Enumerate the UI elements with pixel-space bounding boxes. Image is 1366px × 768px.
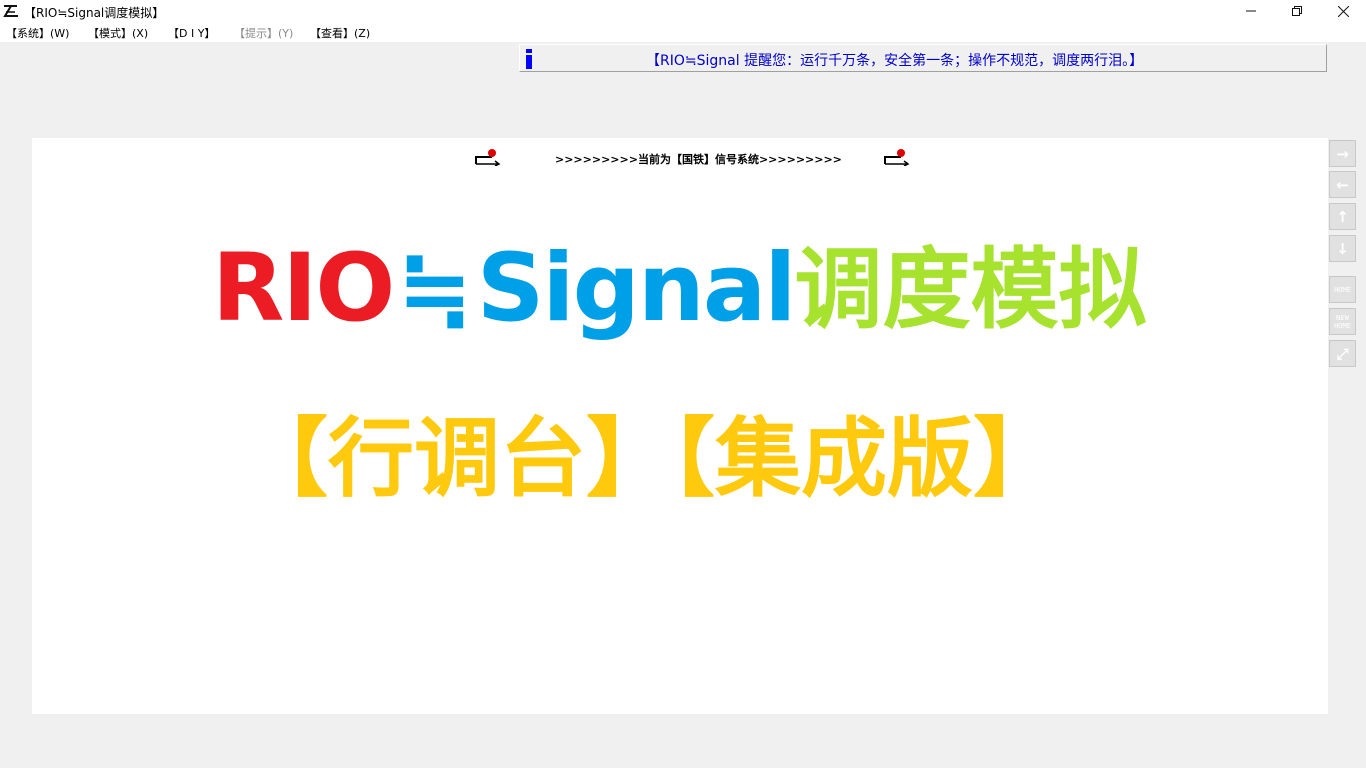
new-home-button[interactable]: NEW HOME [1329,308,1356,335]
menu-bar: 【系统】(W) 【模式】(X) 【D I Y】 【提示】(Y) 【查看】(Z) [0,22,1366,42]
scroll-left-button[interactable]: ← [1329,171,1356,198]
scroll-down-button[interactable]: ↓ [1329,235,1356,262]
home-icon: HOME [1334,285,1351,294]
arrow-down-icon: ↓ [1336,239,1349,258]
edition-subtitle: 【行调台】【集成版】 [242,409,1059,509]
fullscreen-button[interactable]: ⤢ [1329,340,1356,367]
arrow-left-icon: ← [1336,175,1349,194]
arrow-up-icon: ↑ [1336,207,1349,226]
signal-icon [475,149,501,166]
arrow-right-icon: → [1336,144,1349,163]
menu-mode[interactable]: 【模式】(X) [88,25,148,41]
menu-system[interactable]: 【系统】(W) [6,25,69,41]
logo-signal: Signal [476,234,797,343]
title-bar: 【RIO≒Signal调度模拟】 [0,0,1366,22]
home-button[interactable]: HOME [1329,276,1356,303]
notice-bar: 【RIO≒Signal 提醒您：运行千万条，安全第一条；操作不规范，调度两行泪。… [519,44,1327,72]
notice-text: 【RIO≒Signal 提醒您：运行千万条，安全第一条；操作不规范，调度两行泪。… [646,53,1144,69]
system-banner: >>>>>>>>>当前为【国铁】信号系统>>>>>>>>> [555,153,842,166]
menu-view[interactable]: 【查看】(Z) [310,25,370,41]
app-logo-icon [3,5,18,17]
window-title: 【RIO≒Signal调度模拟】 [24,6,165,20]
info-icon [526,49,532,69]
minimize-button[interactable] [1228,0,1274,22]
new-home-icon: NEW HOME [1334,313,1351,330]
signal-icon [884,149,910,166]
scroll-up-button[interactable]: ↑ [1329,203,1356,230]
logo-rio: RIO [212,234,395,343]
menu-hint[interactable]: 【提示】(Y) [234,25,293,41]
close-icon [1337,5,1349,17]
restore-icon [1292,6,1302,16]
app-logo-title: RIO≒Signal调度模拟 [212,242,1146,336]
minimize-icon [1246,10,1256,12]
logo-chinese-title: 调度模拟 [794,238,1147,341]
scroll-right-button[interactable]: → [1329,140,1356,167]
close-button[interactable] [1320,0,1366,22]
restore-button[interactable] [1274,0,1320,22]
logo-approx-symbol: ≒ [397,237,473,342]
menu-diy[interactable]: 【D I Y】 [168,25,215,41]
fullscreen-icon: ⤢ [1336,344,1349,363]
main-canvas[interactable]: >>>>>>>>>当前为【国铁】信号系统>>>>>>>>> RIO≒Signal… [32,138,1328,714]
